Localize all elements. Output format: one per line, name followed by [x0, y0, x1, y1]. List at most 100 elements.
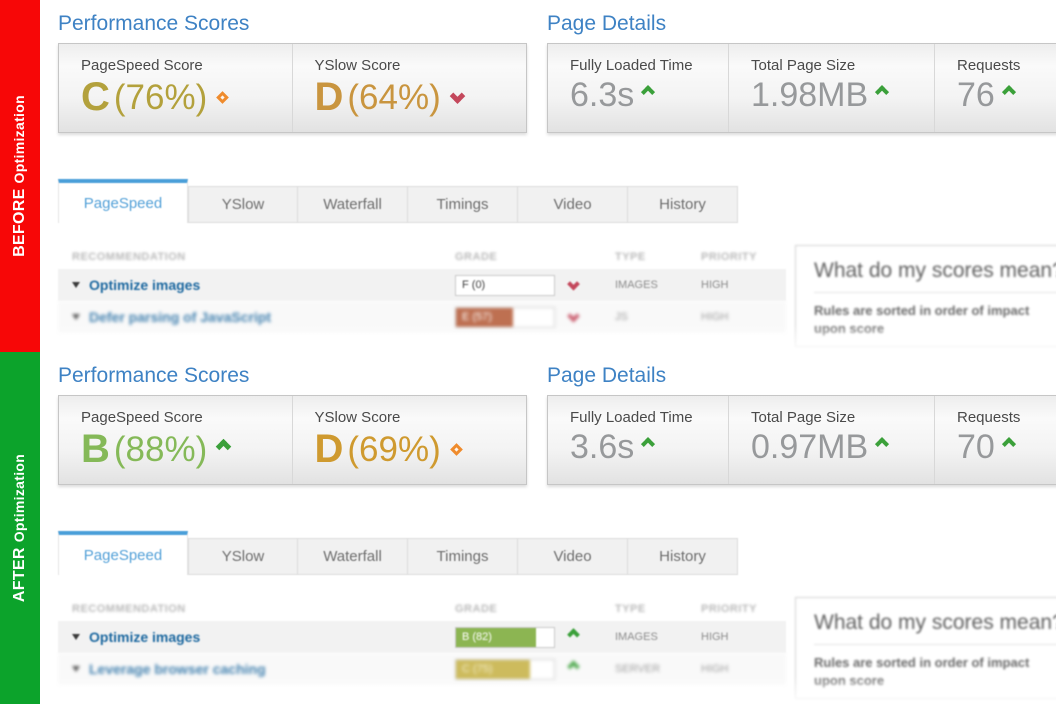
- grade-label: F (0): [462, 279, 485, 291]
- requests-cell: Requests 70: [935, 396, 1056, 484]
- tab-history[interactable]: History: [628, 186, 738, 223]
- recommendation-link[interactable]: Optimize images: [89, 277, 200, 293]
- down-trend-icon: [567, 277, 580, 290]
- fully-loaded-time-cell: Fully Loaded Time 3.6s: [548, 396, 729, 484]
- performance-scores-title: Performance Scores: [58, 364, 527, 388]
- page-details-card: Fully Loaded Time 6.3s Total Page Size 1…: [547, 43, 1056, 133]
- before-content: Performance Scores PageSpeed Score C (76…: [40, 0, 1056, 352]
- pagespeed-score-label: PageSpeed Score: [81, 57, 292, 74]
- yslow-grade: D: [315, 429, 344, 469]
- expand-triangle-icon[interactable]: [72, 314, 80, 320]
- pagespeed-grade: C: [81, 77, 110, 117]
- col-recommendation: RECOMMENDATION: [58, 251, 455, 263]
- pagespeed-score-cell: PageSpeed Score B (88%): [59, 396, 293, 484]
- pagespeed-percent: (88%): [114, 432, 207, 467]
- grade-bar: B (82): [455, 627, 555, 648]
- row-priority: HIGH: [701, 631, 786, 643]
- requests-label: Requests: [957, 409, 1056, 426]
- before-band: BEFOREOptimization: [0, 0, 40, 352]
- col-type: TYPE: [615, 603, 701, 615]
- scores-info-panel: What do my scores mean? Rules are sorted…: [795, 597, 1056, 699]
- grade-label: C (75): [462, 663, 493, 675]
- fully-loaded-time-cell: Fully Loaded Time 6.3s: [548, 44, 729, 132]
- recommendation-link[interactable]: Defer parsing of JavaScript: [89, 309, 271, 325]
- tab-yslow[interactable]: YSlow: [188, 186, 298, 223]
- expand-triangle-icon[interactable]: [72, 666, 80, 672]
- performance-scores-card: PageSpeed Score B (88%) YSlow Score D (6…: [58, 395, 527, 485]
- total-page-size-cell: Total Page Size 1.98MB: [729, 44, 935, 132]
- tab-video[interactable]: Video: [518, 538, 628, 575]
- expand-triangle-icon[interactable]: [72, 634, 80, 640]
- up-trend-icon: [641, 437, 655, 451]
- performance-scores-card: PageSpeed Score C (76%) YSlow Score D (6…: [58, 43, 527, 133]
- diamond-trend-icon: [450, 443, 463, 456]
- col-priority: PRIORITY: [701, 603, 786, 615]
- pagespeed-score-label: PageSpeed Score: [81, 409, 292, 426]
- up-trend-icon: [567, 660, 580, 673]
- yslow-score-label: YSlow Score: [315, 409, 527, 426]
- yslow-score-label: YSlow Score: [315, 57, 527, 74]
- down-trend-icon: [567, 309, 580, 322]
- tab-waterfall[interactable]: Waterfall: [298, 538, 408, 575]
- diamond-trend-icon: [216, 91, 229, 104]
- report-tabs: PageSpeed YSlow Waterfall Timings Video …: [58, 179, 1056, 223]
- page-details-card: Fully Loaded Time 3.6s Total Page Size 0…: [547, 395, 1056, 485]
- yslow-percent: (64%): [347, 80, 440, 115]
- tab-pagespeed[interactable]: PageSpeed: [58, 179, 188, 223]
- scores-info-note: Rules are sorted in order of impact upon…: [814, 654, 1056, 689]
- expand-triangle-icon[interactable]: [72, 282, 80, 288]
- tab-timings[interactable]: Timings: [408, 538, 518, 575]
- tab-history[interactable]: History: [628, 538, 738, 575]
- col-grade: GRADE: [455, 251, 615, 263]
- row-priority: HIGH: [701, 279, 786, 291]
- yslow-grade: D: [315, 77, 344, 117]
- up-trend-icon: [216, 438, 232, 454]
- recommendations-table: RECOMMENDATION GRADE TYPE PRIORITY Optim…: [58, 245, 786, 333]
- requests-label: Requests: [957, 57, 1056, 74]
- scores-info-panel: What do my scores mean? Rules are sorted…: [795, 245, 1056, 347]
- report-tabs: PageSpeed YSlow Waterfall Timings Video …: [58, 531, 1056, 575]
- recommendation-link[interactable]: Optimize images: [89, 629, 200, 645]
- tab-waterfall[interactable]: Waterfall: [298, 186, 408, 223]
- col-type: TYPE: [615, 251, 701, 263]
- pagespeed-grade: B: [81, 429, 110, 469]
- row-priority: HIGH: [701, 663, 786, 675]
- before-section: BEFOREOptimization Performance Scores Pa…: [0, 0, 1056, 352]
- after-band-word: AFTER: [11, 547, 28, 602]
- scores-info-title: What do my scores mean?: [814, 611, 1056, 645]
- total-page-size-label: Total Page Size: [751, 57, 934, 74]
- tab-timings[interactable]: Timings: [408, 186, 518, 223]
- up-trend-icon: [641, 85, 655, 99]
- col-recommendation: RECOMMENDATION: [58, 603, 455, 615]
- tab-video[interactable]: Video: [518, 186, 628, 223]
- row-type: IMAGES: [615, 631, 701, 643]
- scores-info-title: What do my scores mean?: [814, 259, 1056, 293]
- recommendations-table: RECOMMENDATION GRADE TYPE PRIORITY Optim…: [58, 597, 786, 685]
- row-type: SERVER: [615, 663, 701, 675]
- page-details-title: Page Details: [547, 12, 1056, 36]
- total-page-size-label: Total Page Size: [751, 409, 934, 426]
- total-page-size-value: 1.98MB: [751, 78, 868, 112]
- recommendation-link[interactable]: Leverage browser caching: [89, 661, 266, 677]
- scores-info-note: Rules are sorted in order of impact upon…: [814, 302, 1056, 337]
- col-priority: PRIORITY: [701, 251, 786, 263]
- down-trend-icon: [449, 88, 465, 104]
- tab-yslow[interactable]: YSlow: [188, 538, 298, 575]
- grade-bar: F (0): [455, 275, 555, 296]
- grade-bar: C (75): [455, 659, 555, 680]
- fully-loaded-time-value: 6.3s: [570, 78, 634, 112]
- yslow-percent: (69%): [347, 432, 440, 467]
- page-details-title: Page Details: [547, 364, 1056, 388]
- tab-pagespeed[interactable]: PageSpeed: [58, 531, 188, 575]
- before-band-rest: Optimization: [11, 95, 27, 183]
- table-header-row: RECOMMENDATION GRADE TYPE PRIORITY: [58, 245, 786, 269]
- grade-label: E (57): [462, 311, 492, 323]
- after-section: AFTEROptimization Performance Scores Pag…: [0, 352, 1056, 704]
- table-row: Leverage browser caching C (75) SERVER H…: [58, 653, 786, 685]
- row-priority: HIGH: [701, 311, 786, 323]
- up-trend-icon: [567, 628, 580, 641]
- requests-value: 70: [957, 430, 995, 464]
- after-content: Performance Scores PageSpeed Score B (88…: [40, 352, 1056, 704]
- row-type: IMAGES: [615, 279, 701, 291]
- fully-loaded-time-value: 3.6s: [570, 430, 634, 464]
